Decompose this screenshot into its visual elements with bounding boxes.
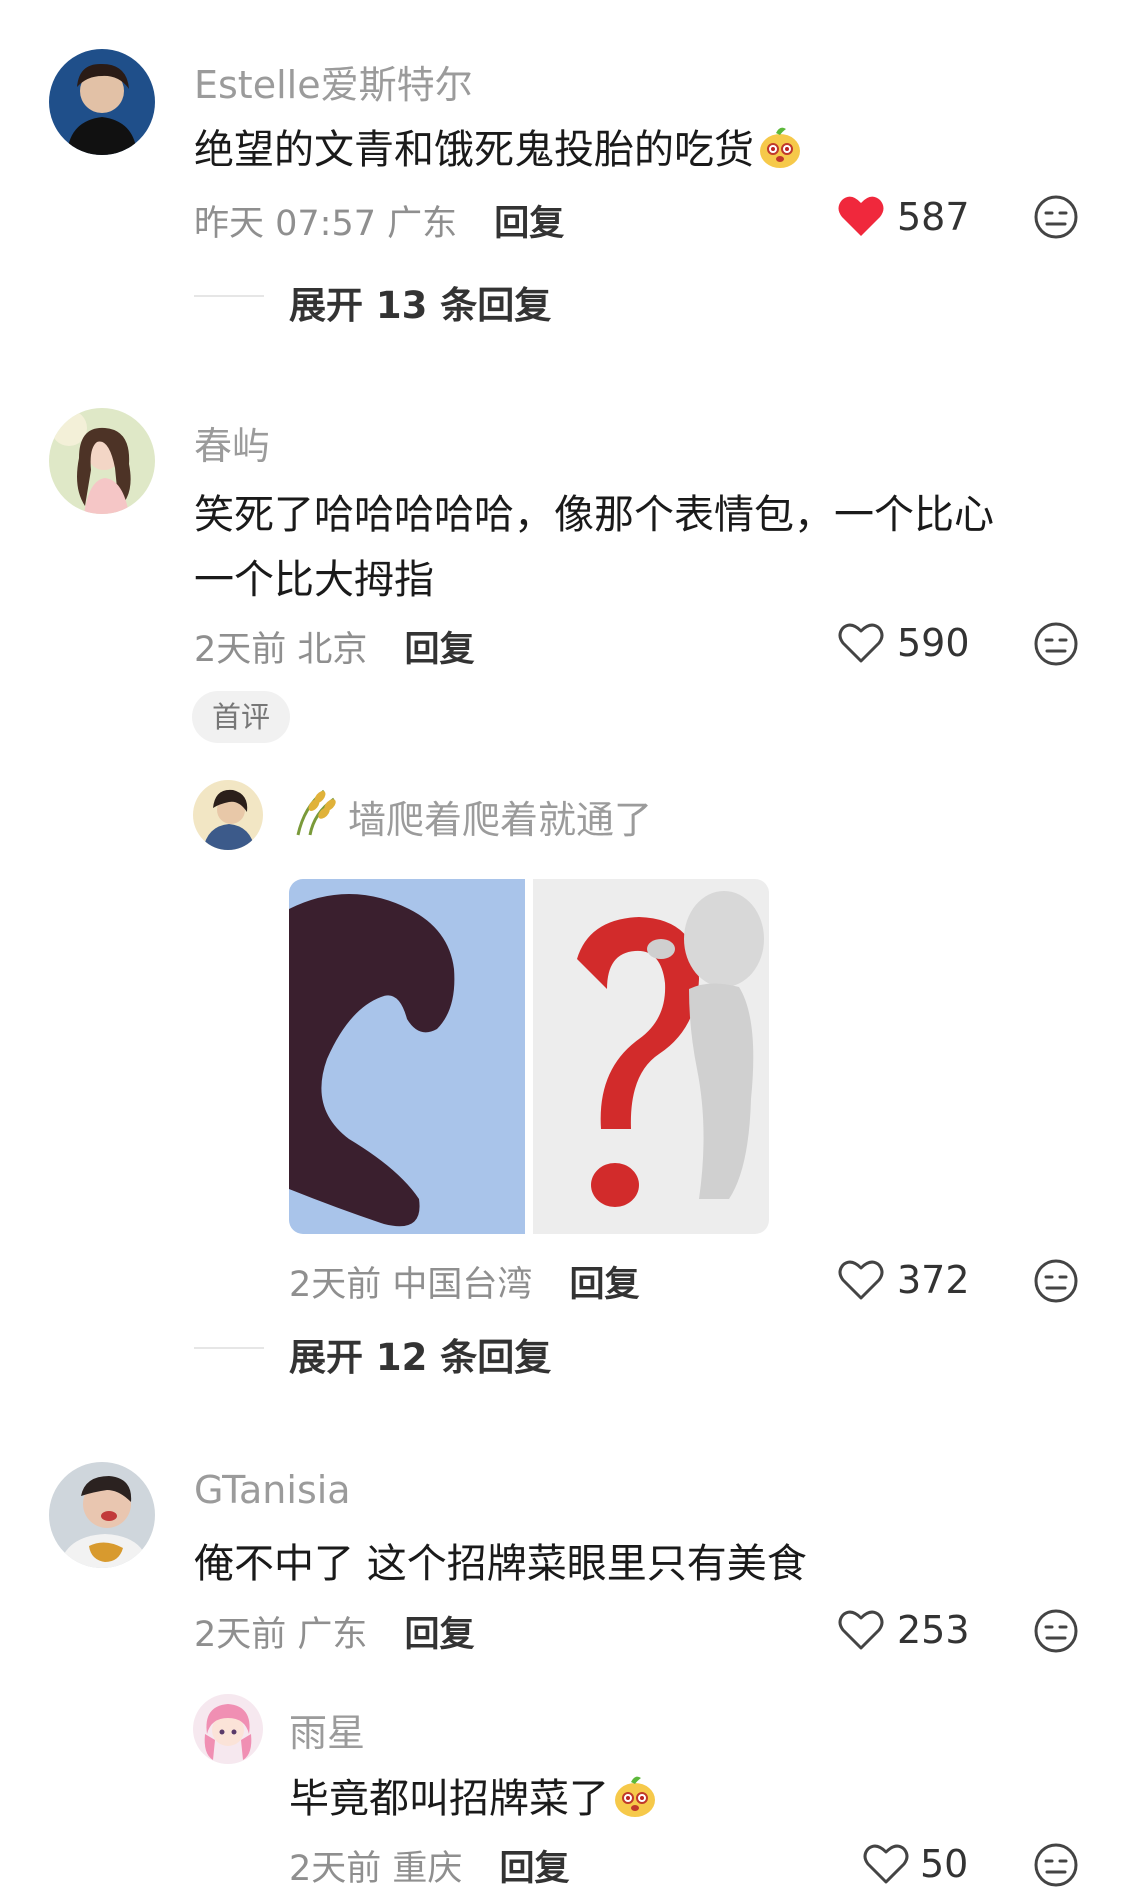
reply-button[interactable]: 回复 <box>570 1265 640 1305</box>
like-count: 253 <box>897 1608 970 1652</box>
comment-text-line2: 一个比大拇指 <box>194 557 434 603</box>
like-count: 372 <box>897 1258 970 1302</box>
heart-outline-icon[interactable] <box>837 621 885 665</box>
comment-meta: 2天前 中国台湾 回复 <box>289 1256 640 1307</box>
rice-plant-icon <box>290 785 342 837</box>
expand-replies-button[interactable]: 展开 13 条回复 <box>289 275 551 329</box>
reply-image[interactable] <box>289 879 769 1234</box>
reply-button[interactable]: 回复 <box>500 1849 570 1889</box>
dislike-face-icon[interactable] <box>1033 1842 1079 1888</box>
username[interactable]: 春屿 <box>194 415 270 470</box>
comment-time: 2天前 重庆 <box>289 1849 463 1889</box>
comment-text-line1: 笑死了哈哈哈哈哈，像那个表情包，一个比心 <box>194 492 994 538</box>
reply-button[interactable]: 回复 <box>494 204 564 244</box>
avatar[interactable] <box>193 780 263 850</box>
comment-meta: 2天前 广东 回复 <box>194 1606 475 1657</box>
like-count: 587 <box>897 195 970 239</box>
heart-outline-icon[interactable] <box>837 1608 885 1652</box>
avatar[interactable] <box>49 1462 155 1568</box>
username[interactable]: GTanisia <box>194 1468 351 1512</box>
first-comment-badge: 首评 <box>192 691 291 743</box>
reply-button[interactable]: 回复 <box>405 630 475 670</box>
expand-divider <box>194 295 264 297</box>
comment-meta: 昨天 07:57 广东 回复 <box>194 195 564 246</box>
comment-text: 俺不中了 这个招牌菜眼里只有美食 <box>194 1541 807 1587</box>
comment-text-content: 毕竟都叫招牌菜了 <box>289 1776 609 1822</box>
dislike-face-icon[interactable] <box>1033 1608 1079 1654</box>
heart-filled-icon[interactable] <box>837 194 885 238</box>
food-emoji-icon <box>611 1772 659 1820</box>
comment-time: 2天前 北京 <box>194 630 368 670</box>
username[interactable]: 雨星 <box>289 1702 365 1757</box>
food-emoji-icon <box>756 123 804 171</box>
dislike-face-icon[interactable] <box>1033 194 1079 240</box>
comment-time: 昨天 07:57 广东 <box>194 204 458 244</box>
username[interactable]: Estelle爱斯特尔 <box>194 54 473 109</box>
comment-meta: 2天前 重庆 回复 <box>289 1840 570 1891</box>
comment-time: 2天前 广东 <box>194 1615 368 1655</box>
heart-outline-icon[interactable] <box>862 1842 910 1886</box>
comment-text: 毕竟都叫招牌菜了 <box>289 1766 659 1824</box>
comment-text-content: 绝望的文青和饿死鬼投胎的吃货 <box>194 127 754 173</box>
heart-outline-icon[interactable] <box>837 1258 885 1302</box>
avatar[interactable] <box>193 1694 263 1764</box>
reply-button[interactable]: 回复 <box>405 1615 475 1655</box>
like-count: 590 <box>897 621 970 665</box>
dislike-face-icon[interactable] <box>1033 1258 1079 1304</box>
expand-divider <box>194 1347 264 1349</box>
like-count: 50 <box>920 1842 969 1886</box>
comment-time: 2天前 中国台湾 <box>289 1265 533 1305</box>
avatar[interactable] <box>49 49 155 155</box>
avatar[interactable] <box>49 408 155 514</box>
username[interactable]: 墙爬着爬着就通了 <box>348 789 652 844</box>
dislike-face-icon[interactable] <box>1033 621 1079 667</box>
comment-text: 绝望的文青和饿死鬼投胎的吃货 <box>194 117 804 175</box>
expand-replies-button[interactable]: 展开 12 条回复 <box>289 1327 551 1381</box>
comment-meta: 2天前 北京 回复 <box>194 621 475 672</box>
